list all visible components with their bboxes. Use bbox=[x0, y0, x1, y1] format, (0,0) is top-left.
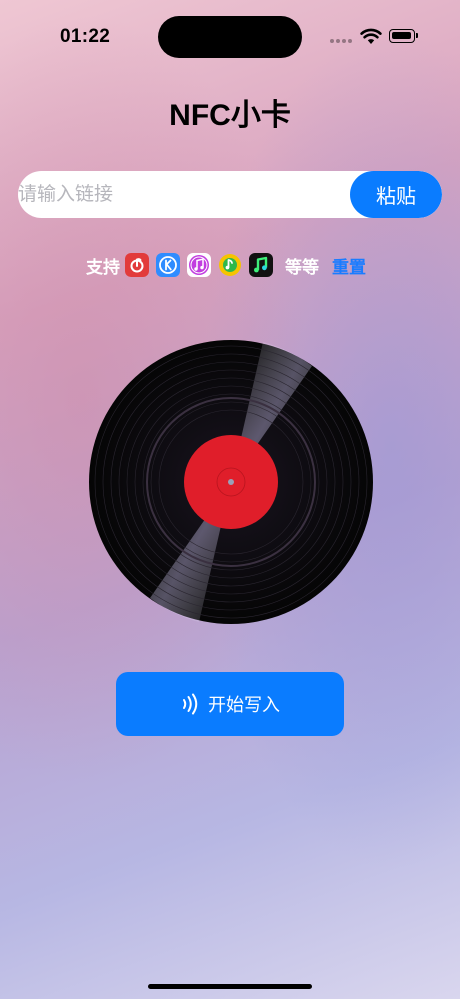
dynamic-island bbox=[158, 16, 302, 58]
paste-button[interactable]: 粘贴 bbox=[350, 171, 442, 218]
reset-button[interactable]: 重置 bbox=[332, 253, 366, 278]
page-title: NFC小卡 bbox=[169, 99, 291, 132]
etc-label: 等等 bbox=[285, 257, 319, 277]
start-write-button[interactable]: 开始写入 bbox=[116, 672, 344, 736]
wifi-icon bbox=[360, 28, 382, 44]
nfc-icon bbox=[183, 693, 198, 715]
apple-music-icon bbox=[187, 253, 211, 277]
start-write-label: 开始写入 bbox=[208, 695, 280, 715]
home-indicator bbox=[148, 984, 312, 989]
status-bar: 01:22 bbox=[0, 0, 460, 72]
qishui-music-icon bbox=[249, 253, 273, 277]
link-input[interactable] bbox=[18, 171, 348, 218]
status-time: 01:22 bbox=[60, 26, 111, 47]
support-label: 支持 bbox=[86, 257, 120, 277]
battery-icon bbox=[389, 29, 419, 43]
supported-apps-row: 支持 等等 重置 bbox=[86, 252, 366, 278]
kugou-music-icon bbox=[156, 253, 180, 277]
vinyl-record-image bbox=[89, 340, 373, 624]
link-input-bar: 粘贴 bbox=[18, 171, 442, 218]
netease-cloud-music-icon bbox=[125, 253, 149, 277]
cellular-signal-icon bbox=[330, 38, 352, 44]
qq-music-icon bbox=[218, 253, 242, 277]
